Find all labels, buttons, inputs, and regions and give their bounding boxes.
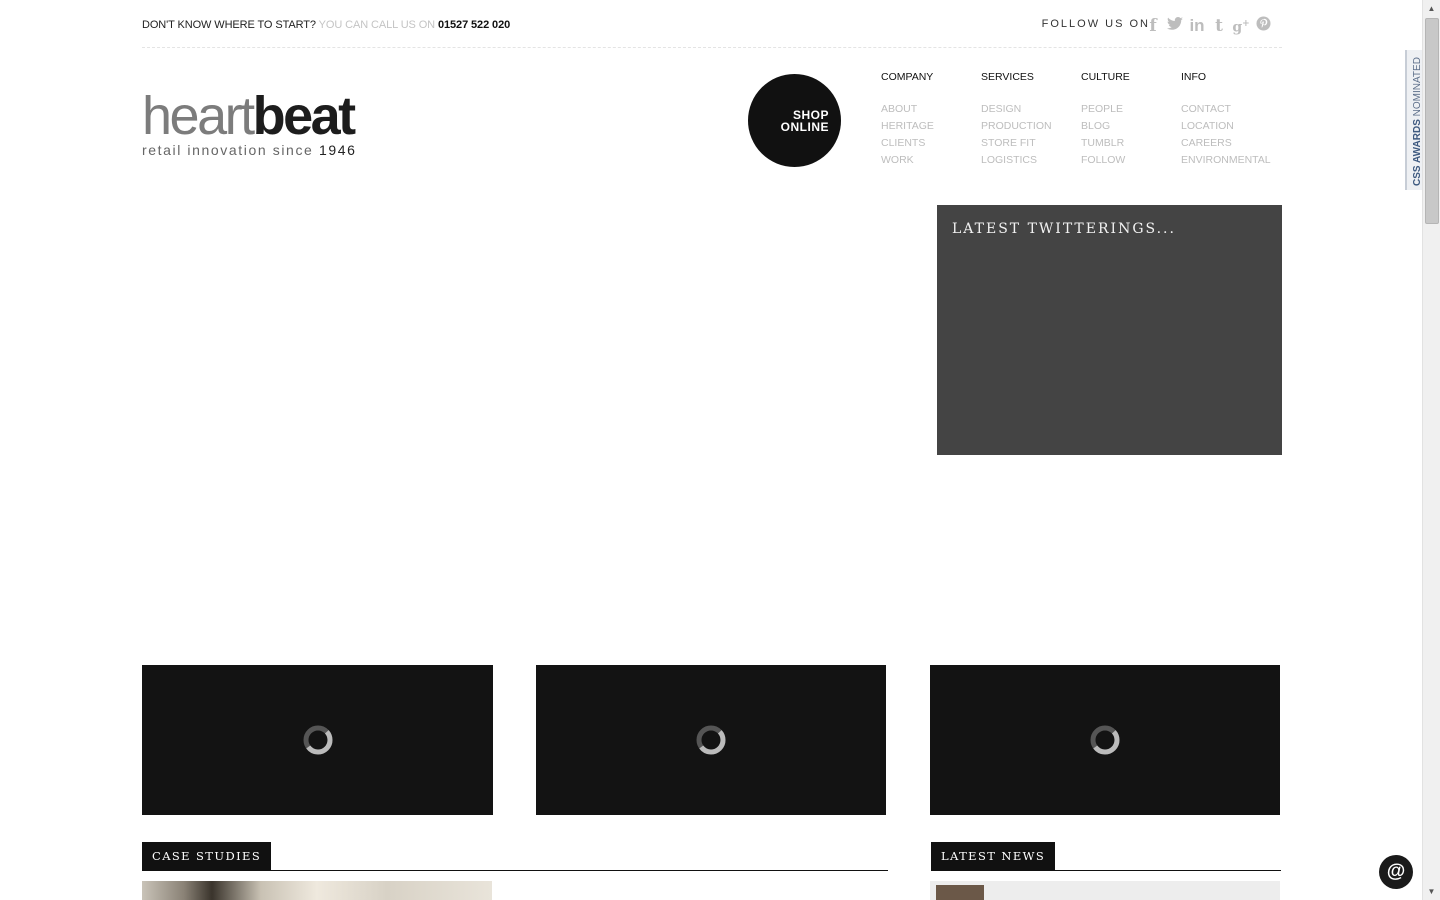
nav-column-company: COMPANY ABOUT HERITAGE CLIENTS WORK xyxy=(881,71,981,169)
shop-line2: ONLINE xyxy=(780,120,829,134)
nav-item[interactable]: STORE FIT xyxy=(981,135,1081,152)
main-navigation: COMPANY ABOUT HERITAGE CLIENTS WORK SERV… xyxy=(881,71,1281,169)
nav-item[interactable]: ENVIRONMENTAL xyxy=(1181,152,1281,169)
tagline-year: 1946 xyxy=(318,142,357,158)
case-studies-label: CASE STUDIES xyxy=(142,842,272,870)
nav-item[interactable]: LOCATION xyxy=(1181,118,1281,135)
nav-item[interactable]: TUMBLR xyxy=(1081,135,1181,152)
scroll-thumb[interactable] xyxy=(1425,18,1439,224)
scroll-down-arrow-icon[interactable]: ▼ xyxy=(1423,883,1440,900)
call-us-text: DON'T KNOW WHERE TO START? YOU CAN CALL … xyxy=(142,19,510,31)
nav-item[interactable]: FOLLOW xyxy=(1081,152,1181,169)
nav-item[interactable]: WORK xyxy=(881,152,981,169)
follow-us-label: FOLLOW US ON xyxy=(1041,18,1150,30)
nav-column-culture: CULTURE PEOPLE BLOG TUMBLR FOLLOW xyxy=(1081,71,1181,169)
nav-head[interactable]: SERVICES xyxy=(981,71,1081,83)
loading-spinner-icon xyxy=(303,725,332,755)
top-bar: DON'T KNOW WHERE TO START? YOU CAN CALL … xyxy=(142,0,1282,48)
googleplus-icon[interactable]: g+ xyxy=(1232,14,1250,38)
feature-tile[interactable] xyxy=(536,665,886,815)
scroll-up-arrow-icon[interactable]: ▲ xyxy=(1423,0,1440,17)
nav-item[interactable]: DESIGN xyxy=(981,101,1081,118)
nav-item[interactable]: CLIENTS xyxy=(881,135,981,152)
pinterest-icon[interactable] xyxy=(1254,16,1272,36)
logo-tagline: retail innovation since 1946 xyxy=(142,142,356,158)
nav-item[interactable]: ABOUT xyxy=(881,101,981,118)
social-links: f in t g+ xyxy=(1144,14,1272,38)
nav-item[interactable]: BLOG xyxy=(1081,118,1181,135)
tumblr-icon[interactable]: t xyxy=(1210,16,1228,36)
case-studies-header: CASE STUDIES xyxy=(142,842,888,871)
contact-fab-button[interactable]: @ xyxy=(1379,855,1413,889)
feature-tile[interactable] xyxy=(142,665,493,815)
logo-wordmark: heartbeat xyxy=(142,86,356,146)
nav-item[interactable]: LOGISTICS xyxy=(981,152,1081,169)
facebook-icon[interactable]: f xyxy=(1144,16,1162,36)
vertical-scrollbar[interactable]: ▲ ▼ xyxy=(1422,0,1440,900)
nav-head[interactable]: CULTURE xyxy=(1081,71,1181,83)
linkedin-icon[interactable]: in xyxy=(1188,16,1206,36)
callout-question: DON'T KNOW WHERE TO START? xyxy=(142,19,316,31)
tagline-text: retail innovation since xyxy=(142,142,314,158)
twitter-icon[interactable] xyxy=(1166,16,1184,36)
nav-column-services: SERVICES DESIGN PRODUCTION STORE FIT LOG… xyxy=(981,71,1081,169)
phone-number[interactable]: 01527 522 020 xyxy=(438,19,510,31)
nav-item[interactable]: PRODUCTION xyxy=(981,118,1081,135)
nav-item[interactable]: PEOPLE xyxy=(1081,101,1181,118)
heartbeat-logo[interactable]: heartbeat retail innovation since 1946 xyxy=(142,86,356,158)
news-thumbnail[interactable] xyxy=(930,881,1280,900)
news-image xyxy=(936,885,984,900)
nav-item[interactable]: CONTACT xyxy=(1181,101,1281,118)
nav-head[interactable]: INFO xyxy=(1181,71,1281,83)
nav-item[interactable]: HERITAGE xyxy=(881,118,981,135)
twitter-title: LATEST TWITTERINGS... xyxy=(952,221,1176,237)
latest-news-header: LATEST NEWS xyxy=(931,842,1281,871)
loading-spinner-icon xyxy=(1090,725,1120,755)
logo-light-part: heart xyxy=(142,86,255,146)
nav-item[interactable]: CAREERS xyxy=(1181,135,1281,152)
nav-head[interactable]: COMPANY xyxy=(881,71,981,83)
case-study-thumbnail[interactable] xyxy=(142,881,492,900)
shop-online-button[interactable]: SHOP ONLINE xyxy=(748,74,841,167)
loading-spinner-icon xyxy=(696,725,726,755)
latest-news-label: LATEST NEWS xyxy=(931,842,1056,870)
twitter-panel: LATEST TWITTERINGS... xyxy=(937,205,1282,455)
nav-column-info: INFO CONTACT LOCATION CAREERS ENVIRONMEN… xyxy=(1181,71,1281,169)
callout-call: YOU CAN CALL US ON xyxy=(318,19,436,31)
feature-tile[interactable] xyxy=(930,665,1280,815)
logo-bold-part: beat xyxy=(252,86,357,146)
